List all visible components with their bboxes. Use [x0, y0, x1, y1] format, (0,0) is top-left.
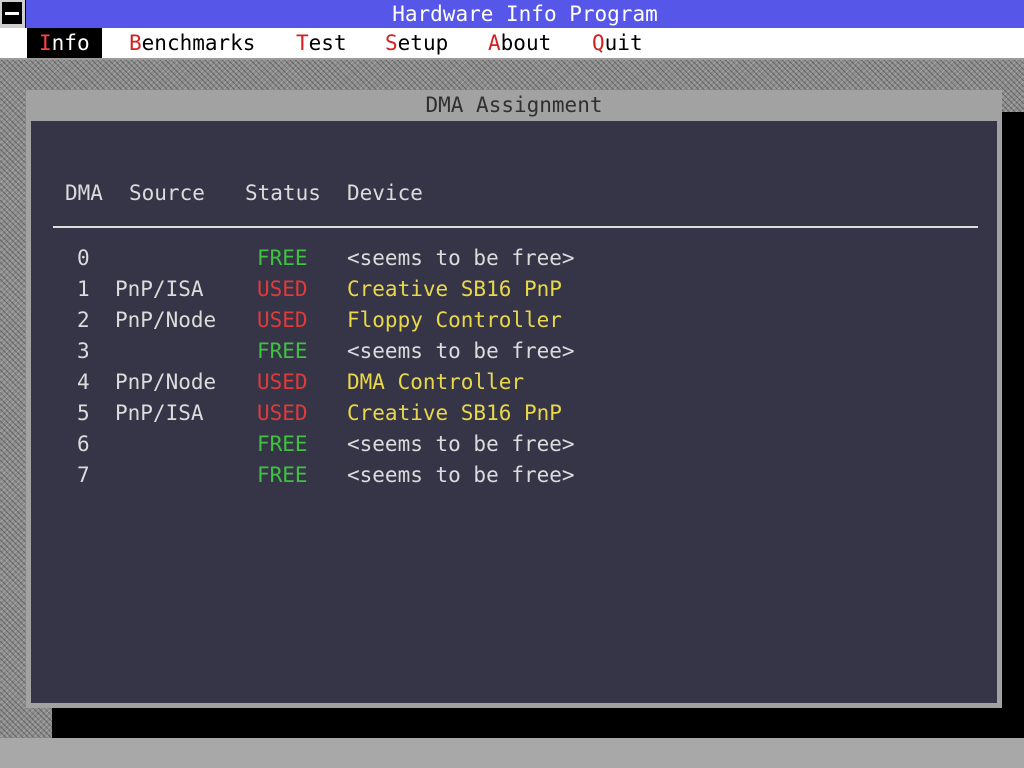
dma-assignment-window: DMA Assignment DMA Source Status Device …: [26, 90, 1002, 708]
dma-channel: 4: [77, 370, 90, 394]
menu-info-label: nfo: [51, 31, 90, 55]
menu-quit-hotkey: Q: [592, 31, 605, 55]
system-menu-button[interactable]: [0, 0, 26, 28]
status-bar: [0, 738, 1024, 768]
dma-channel: 6: [77, 432, 90, 456]
dma-device: <seems to be free>: [347, 246, 575, 270]
dma-status: USED: [257, 308, 308, 332]
dma-device: Creative SB16 PnP: [347, 401, 562, 425]
menu-test-label: est: [308, 31, 347, 55]
column-header-status: Status: [245, 181, 321, 205]
table-row: 2 PnP/Node USED Floppy Controller: [31, 305, 997, 336]
menu-benchmarks[interactable]: Benchmarks: [117, 28, 267, 58]
dma-device: <seems to be free>: [347, 339, 575, 363]
dma-device: <seems to be free>: [347, 432, 575, 456]
dma-channel: 7: [77, 463, 90, 487]
dma-status: FREE: [257, 463, 308, 487]
dma-status: FREE: [257, 339, 308, 363]
menu-info[interactable]: Info: [27, 28, 102, 58]
menu-about-label: bout: [500, 31, 552, 55]
dma-source: PnP/ISA: [115, 277, 204, 301]
dma-status: FREE: [257, 432, 308, 456]
dma-channel: 3: [77, 339, 90, 363]
menu-benchmarks-hotkey: B: [129, 31, 142, 55]
menu-about-hotkey: A: [488, 31, 501, 55]
dma-channel: 2: [77, 308, 90, 332]
dma-status: USED: [257, 277, 308, 301]
column-header-device: Device: [347, 181, 423, 205]
table-row: 6 FREE <seems to be free>: [31, 429, 997, 460]
dma-source: PnP/Node: [115, 308, 217, 332]
menu-info-hotkey: I: [39, 31, 52, 55]
table-row: 1 PnP/ISA USED Creative SB16 PnP: [31, 274, 997, 305]
title-bar: Hardware Info Program: [0, 0, 1024, 28]
menu-setup-label: etup: [397, 31, 449, 55]
column-header-dma: DMA: [65, 181, 103, 205]
dma-status: USED: [257, 370, 308, 394]
dma-device: Floppy Controller: [347, 308, 562, 332]
table-row: 0 FREE <seems to be free>: [31, 243, 997, 274]
window-client-area: DMA Source Status Device 0 FREE <seems to …: [31, 121, 997, 703]
table-row: 3 FREE <seems to be free>: [31, 336, 997, 367]
menu-about[interactable]: About: [476, 28, 563, 58]
dma-channel: 1: [77, 277, 90, 301]
menu-test[interactable]: Test: [284, 28, 359, 58]
system-menu-icon: [2, 2, 22, 24]
window-title[interactable]: DMA Assignment: [26, 90, 1002, 120]
dma-channel: 0: [77, 246, 90, 270]
app-title: Hardware Info Program: [392, 2, 658, 26]
menu-setup-hotkey: S: [385, 31, 398, 55]
dma-source: PnP/Node: [115, 370, 217, 394]
menu-quit[interactable]: Quit: [580, 28, 655, 58]
table-row: 7 FREE <seems to be free>: [31, 460, 997, 491]
menu-quit-label: uit: [604, 31, 643, 55]
menu-bar: Info Benchmarks Test Setup About Quit: [0, 28, 1024, 60]
dma-status: USED: [257, 401, 308, 425]
table-row: 4 PnP/Node USED DMA Controller: [31, 367, 997, 398]
column-header-source: Source: [129, 181, 205, 205]
dma-status: FREE: [257, 246, 308, 270]
table-row: 5 PnP/ISA USED Creative SB16 PnP: [31, 398, 997, 429]
menu-benchmarks-label: enchmarks: [141, 31, 256, 55]
header-divider: [53, 226, 978, 228]
dma-device: DMA Controller: [347, 370, 525, 394]
dma-channel: 5: [77, 401, 90, 425]
dma-device: Creative SB16 PnP: [347, 277, 562, 301]
dma-device: <seems to be free>: [347, 463, 575, 487]
menu-setup[interactable]: Setup: [373, 28, 460, 58]
dma-source: PnP/ISA: [115, 401, 204, 425]
menu-test-hotkey: T: [296, 31, 309, 55]
